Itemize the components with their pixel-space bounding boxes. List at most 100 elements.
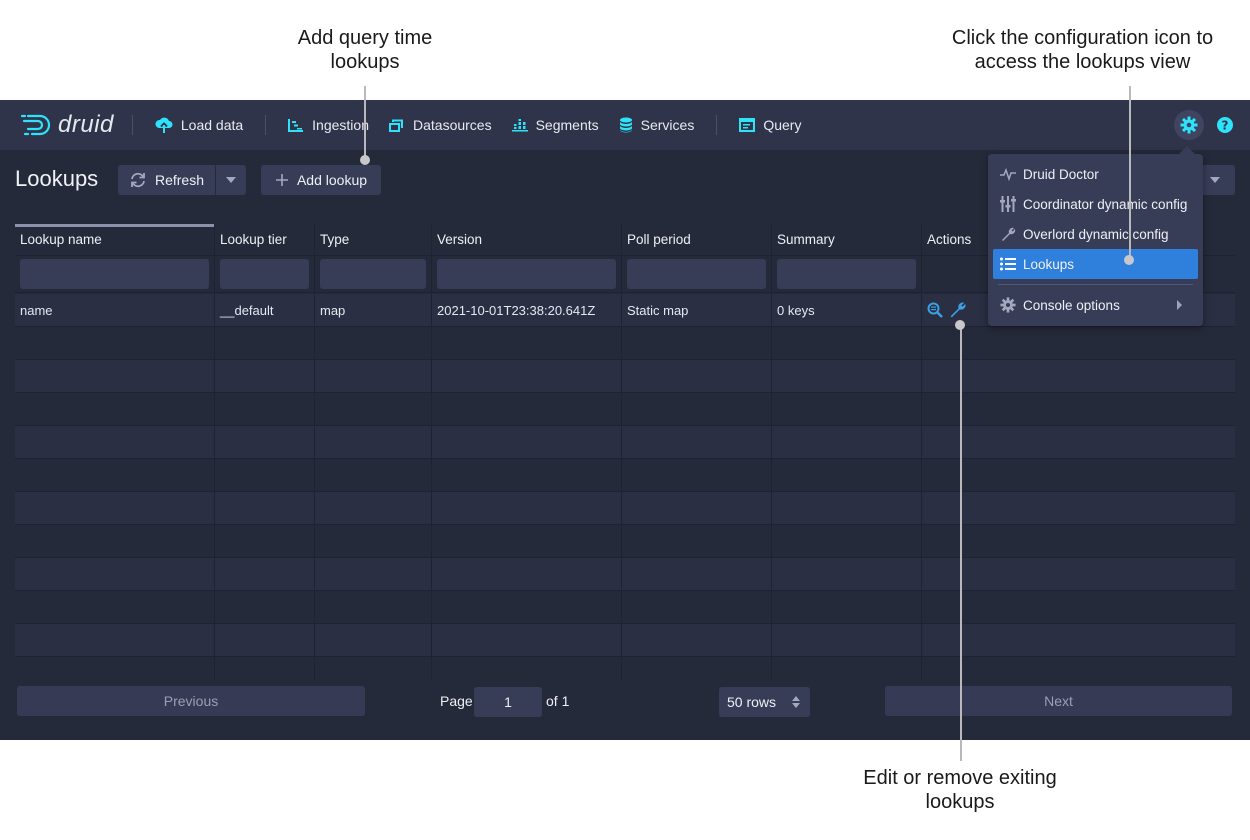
- filter-type[interactable]: [320, 259, 426, 289]
- navbar: druid Load data Ingestion Datasources Se…: [0, 100, 1250, 150]
- table-row: [15, 558, 1235, 591]
- gantt-chart-icon: [288, 119, 304, 132]
- filter-lookup-name[interactable]: [20, 259, 209, 289]
- help-icon: ?: [1217, 117, 1233, 133]
- table-row: [15, 459, 1235, 492]
- cell-tier: [215, 360, 315, 392]
- refresh-icon: [131, 172, 145, 188]
- page-total-label: of 1: [546, 693, 570, 709]
- menu-item-label: Console options: [1023, 297, 1120, 313]
- nav-load-data-label: Load data: [180, 117, 244, 133]
- nav-services[interactable]: Services: [609, 110, 705, 140]
- column-header-version[interactable]: Version: [432, 224, 622, 255]
- config-menu: Druid Doctor Coordinator dynamic config …: [988, 154, 1203, 326]
- nav-load-data[interactable]: Load data: [145, 110, 253, 140]
- cell-actions: [922, 459, 1235, 491]
- view-details-icon[interactable]: [927, 302, 943, 318]
- database-icon: [619, 117, 632, 133]
- callout-config-icon: Click the configuration icon to access t…: [951, 27, 1214, 73]
- leader-dot: [955, 320, 965, 330]
- cell-poll: [622, 657, 772, 680]
- filter-lookup-tier[interactable]: [220, 259, 309, 289]
- cell-name: [15, 360, 215, 392]
- cell-poll: [622, 558, 772, 590]
- refresh-options-button[interactable]: [216, 165, 246, 195]
- table-row: [15, 327, 1235, 360]
- druid-console: druid Load data Ingestion Datasources Se…: [0, 100, 1250, 740]
- cell-poll: [622, 624, 772, 656]
- wrench-icon[interactable]: [949, 301, 967, 319]
- cell-tier: [215, 591, 315, 623]
- nav-segments[interactable]: Segments: [502, 110, 609, 140]
- rows-per-page-select[interactable]: 50 rows: [719, 687, 810, 717]
- column-header-type[interactable]: Type: [315, 224, 432, 255]
- nav-query[interactable]: Query: [729, 110, 811, 140]
- cell-version: [432, 624, 622, 656]
- sliders-icon: [1000, 196, 1016, 212]
- menu-item-lookups[interactable]: Lookups: [993, 249, 1198, 279]
- cell-summary: [772, 591, 922, 623]
- column-header-summary[interactable]: Summary: [772, 224, 922, 255]
- menu-item-coordinator-dynamic-config[interactable]: Coordinator dynamic config: [993, 189, 1198, 219]
- cell-summary: [772, 525, 922, 557]
- cell-tier: [215, 657, 315, 680]
- table-row: [15, 624, 1235, 657]
- menu-item-label: Overlord dynamic config: [1023, 226, 1169, 242]
- config-button[interactable]: [1174, 110, 1204, 140]
- cell-version: [432, 327, 622, 359]
- nav-datasources[interactable]: Datasources: [379, 110, 502, 140]
- filter-poll-period[interactable]: [627, 259, 766, 289]
- cell-name: [15, 591, 215, 623]
- nav-segments-label: Segments: [535, 117, 599, 133]
- page-number-input[interactable]: [474, 687, 542, 717]
- filter-summary[interactable]: [777, 259, 916, 289]
- cell-version: [432, 492, 622, 524]
- filter-cell: [15, 256, 215, 292]
- list-icon: [1000, 257, 1016, 271]
- cell-type: [315, 525, 432, 557]
- table-row: [15, 525, 1235, 558]
- cell-summary: [772, 426, 922, 458]
- leader-line: [364, 86, 366, 160]
- cell-version: [432, 360, 622, 392]
- refresh-button[interactable]: Refresh: [118, 165, 215, 195]
- cell-summary: [772, 393, 922, 425]
- cell-tier: [215, 327, 315, 359]
- druid-logo[interactable]: druid: [20, 111, 114, 139]
- column-header-lookup-tier[interactable]: Lookup tier: [215, 224, 315, 255]
- cell-name: [15, 393, 215, 425]
- cell-actions: [922, 558, 1235, 590]
- filter-cell: [432, 256, 622, 292]
- caret-down-icon: [1210, 177, 1220, 183]
- cell-summary: 0 keys: [772, 294, 922, 326]
- menu-item-druid-doctor[interactable]: Druid Doctor: [993, 159, 1198, 189]
- cell-type: [315, 492, 432, 524]
- column-header-poll-period[interactable]: Poll period: [622, 224, 772, 255]
- add-lookup-button[interactable]: Add lookup: [261, 165, 381, 195]
- cell-type: [315, 558, 432, 590]
- cell-type: [315, 591, 432, 623]
- page-label: Page: [440, 693, 473, 709]
- cell-poll: [622, 459, 772, 491]
- nav-query-label: Query: [763, 117, 802, 133]
- filter-cell: [315, 256, 432, 292]
- help-button[interactable]: ?: [1210, 110, 1240, 140]
- column-header-lookup-name[interactable]: Lookup name: [15, 224, 215, 255]
- menu-item-console-options[interactable]: Console options: [993, 290, 1198, 320]
- cell-actions: [922, 360, 1235, 392]
- previous-button[interactable]: Previous: [17, 686, 365, 716]
- cell-tier: [215, 525, 315, 557]
- menu-divider: [998, 284, 1193, 285]
- cell-summary: [772, 360, 922, 392]
- filter-version[interactable]: [437, 259, 616, 289]
- cell-name: name: [15, 294, 215, 326]
- menu-item-overlord-dynamic-config[interactable]: Overlord dynamic config: [993, 219, 1198, 249]
- cell-version: [432, 393, 622, 425]
- leader-line: [1129, 86, 1131, 260]
- leader-dot: [1124, 255, 1134, 265]
- cell-tier: [215, 558, 315, 590]
- table-row: [15, 492, 1235, 525]
- next-button[interactable]: Next: [885, 686, 1232, 716]
- cell-actions: [922, 393, 1235, 425]
- nav-datasources-label: Datasources: [413, 117, 492, 133]
